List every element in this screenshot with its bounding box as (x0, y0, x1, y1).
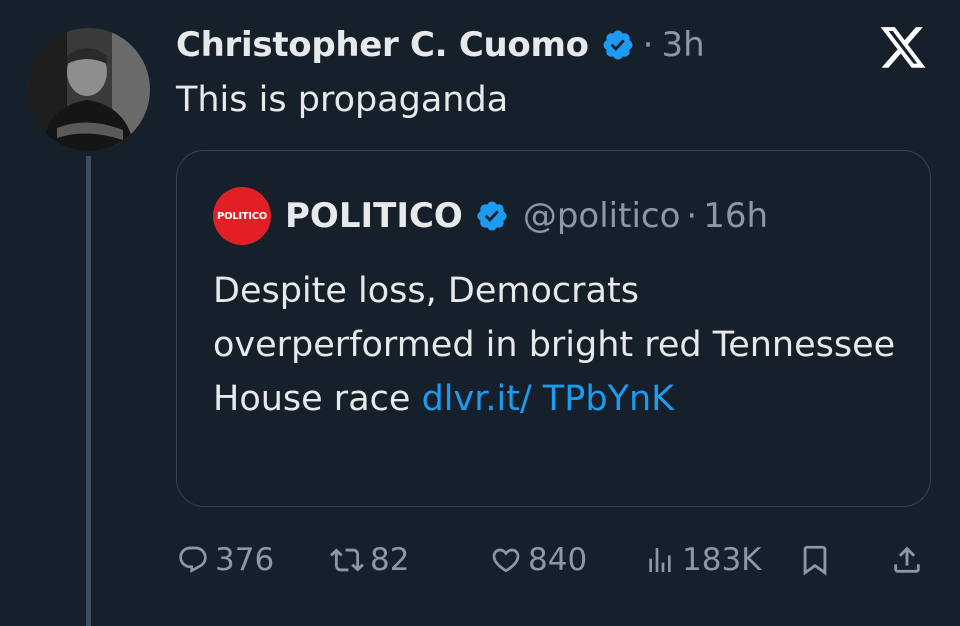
bookmark-button[interactable] (798, 535, 832, 585)
like-icon (490, 544, 522, 576)
tweet-header: Christopher C. Cuomo · 3h (176, 22, 705, 68)
author-avatar[interactable] (27, 28, 150, 151)
verified-badge-icon (601, 28, 635, 62)
tweet-timestamp[interactable]: 3h (661, 25, 704, 65)
author-name[interactable]: Christopher C. Cuomo (176, 25, 589, 65)
quoted-tweet-link[interactable]: dlvr.it/ TPbYnK (422, 379, 675, 419)
share-icon (890, 543, 924, 577)
quoted-tweet-card[interactable]: POLITICO POLITICO @politico · 16h Despit… (176, 150, 931, 507)
quoted-tweet-text: Despite loss, Democrats overperformed in… (213, 264, 903, 426)
view-count: 183K (682, 542, 762, 578)
x-logo-icon (878, 26, 928, 72)
reply-count: 376 (215, 542, 275, 578)
quoted-author-name[interactable]: POLITICO (285, 196, 463, 236)
views-icon (644, 544, 676, 576)
like-button[interactable]: 840 (490, 535, 587, 585)
reply-icon (177, 544, 209, 576)
tweet-text: This is propaganda (176, 80, 509, 120)
separator-dot: · (642, 25, 654, 65)
quoted-author-handle[interactable]: @politico (523, 196, 681, 236)
views-button[interactable]: 183K (644, 535, 762, 585)
bookmark-icon (798, 543, 832, 577)
retweet-count: 82 (370, 542, 410, 578)
separator-dot: · (686, 196, 698, 236)
share-button[interactable] (890, 535, 924, 585)
quoted-tweet-header: POLITICO POLITICO @politico · 16h (213, 187, 768, 245)
politico-avatar-text: POLITICO (217, 210, 267, 222)
retweet-icon (330, 543, 364, 577)
like-count: 840 (528, 542, 588, 578)
retweet-button[interactable]: 82 (330, 535, 409, 585)
verified-badge-icon (475, 199, 509, 233)
quoted-tweet-timestamp[interactable]: 16h (703, 196, 768, 236)
action-bar: 376 82 840 183K (0, 535, 960, 585)
politico-avatar[interactable]: POLITICO (213, 187, 271, 245)
reply-button[interactable]: 376 (177, 535, 274, 585)
